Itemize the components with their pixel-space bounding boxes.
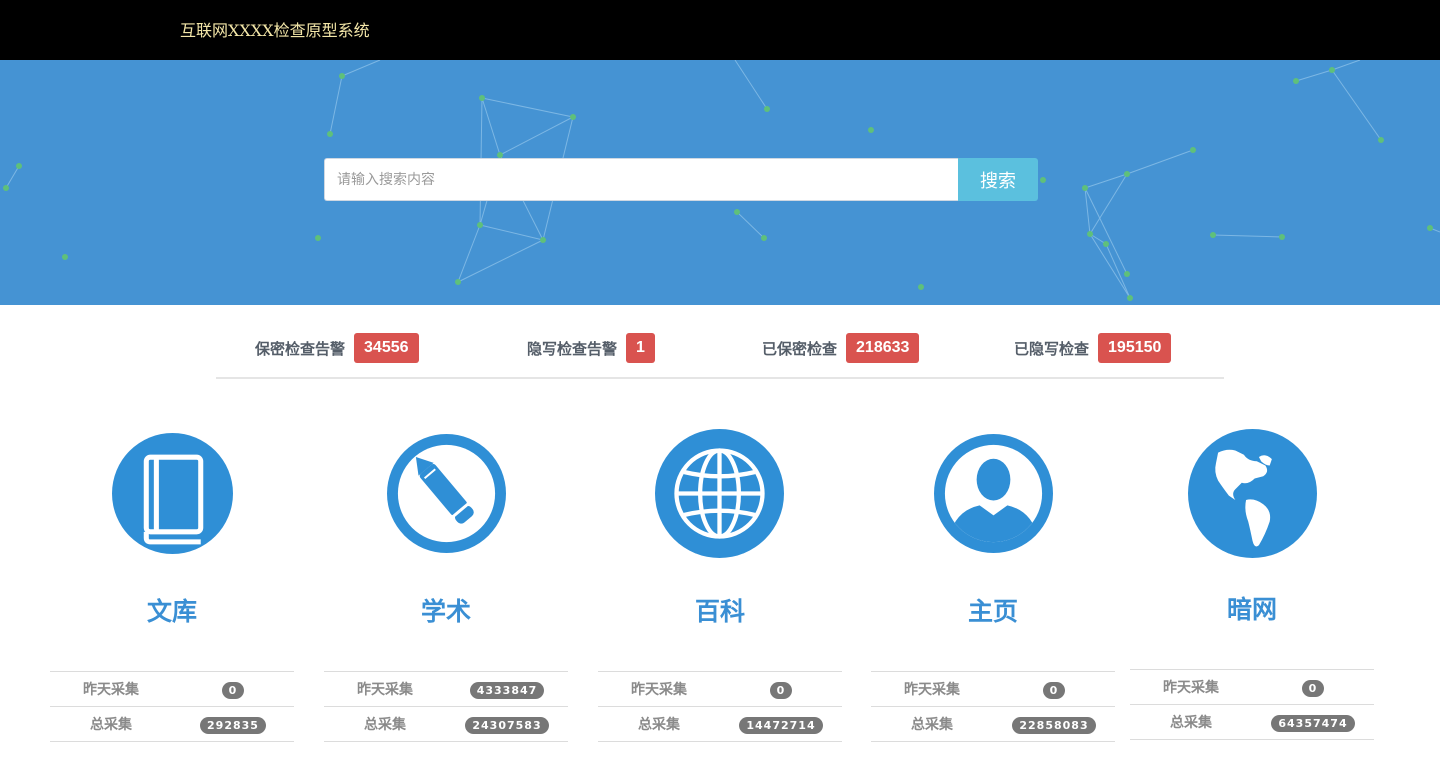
total-count: 22858083 bbox=[1012, 717, 1096, 734]
yesterday-label: 昨天采集 bbox=[1163, 680, 1219, 696]
book-icon[interactable] bbox=[112, 433, 233, 554]
yesterday-count: 0 bbox=[769, 682, 793, 699]
user-icon[interactable] bbox=[934, 434, 1053, 553]
table-row: 总采集 24307583 bbox=[324, 707, 568, 742]
stat-badge[interactable]: 218633 bbox=[846, 333, 920, 363]
yesterday-count: 0 bbox=[221, 682, 245, 699]
table-row: 昨天采集 0 bbox=[1130, 670, 1374, 705]
stat-badge[interactable]: 34556 bbox=[354, 333, 419, 363]
yesterday-count: 4333847 bbox=[469, 682, 545, 699]
search-input[interactable] bbox=[324, 158, 958, 201]
stat-label: 已保密检查 bbox=[762, 339, 838, 358]
stat-secrecy-alerts: 保密检查告警 34556 bbox=[255, 333, 419, 363]
table-row: 总采集 22858083 bbox=[871, 707, 1115, 742]
category-title[interactable]: 文库 bbox=[50, 592, 294, 628]
stat-badge[interactable]: 195150 bbox=[1098, 333, 1172, 363]
total-count: 64357474 bbox=[1271, 715, 1355, 732]
globe-icon[interactable] bbox=[655, 429, 784, 558]
category-title[interactable]: 百科 bbox=[598, 592, 842, 628]
stat-label: 已隐写检查 bbox=[1014, 339, 1090, 358]
yesterday-label: 昨天采集 bbox=[904, 682, 960, 698]
total-label: 总采集 bbox=[1170, 715, 1212, 731]
total-label: 总采集 bbox=[638, 717, 680, 733]
stats-divider bbox=[216, 377, 1224, 379]
table-row: 昨天采集 0 bbox=[50, 672, 294, 707]
table-row: 总采集 14472714 bbox=[598, 707, 842, 742]
total-label: 总采集 bbox=[90, 717, 132, 733]
search-hero: 搜索 bbox=[0, 60, 1440, 305]
app-title[interactable]: 互联网XXXX检查原型系统 bbox=[180, 17, 370, 41]
pencil-icon[interactable] bbox=[387, 434, 506, 553]
table-row: 昨天采集 0 bbox=[598, 672, 842, 707]
stat-badge[interactable]: 1 bbox=[626, 333, 655, 363]
yesterday-count: 0 bbox=[1301, 680, 1325, 697]
table-row: 昨天采集 0 bbox=[871, 672, 1115, 707]
category-stats-table: 昨天采集 0 总采集 64357474 bbox=[1130, 669, 1374, 740]
table-row: 总采集 64357474 bbox=[1130, 705, 1374, 740]
stat-stego-alerts: 隐写检查告警 1 bbox=[527, 333, 655, 363]
total-label: 总采集 bbox=[364, 717, 406, 733]
stat-label: 保密检查告警 bbox=[255, 339, 346, 358]
stat-stego-checked: 已隐写检查 195150 bbox=[1014, 333, 1172, 363]
category-title[interactable]: 主页 bbox=[871, 592, 1115, 628]
yesterday-label: 昨天采集 bbox=[631, 682, 687, 698]
total-label: 总采集 bbox=[911, 717, 953, 733]
category-stats-table: 昨天采集 4333847 总采集 24307583 bbox=[324, 671, 568, 742]
category-stats-table: 昨天采集 0 总采集 292835 bbox=[50, 671, 294, 742]
yesterday-count: 0 bbox=[1042, 682, 1066, 699]
top-navbar: 互联网XXXX检查原型系统 bbox=[0, 0, 1440, 60]
yesterday-label: 昨天采集 bbox=[83, 682, 139, 698]
yesterday-label: 昨天采集 bbox=[357, 682, 413, 698]
category-title[interactable]: 学术 bbox=[324, 592, 568, 628]
category-title[interactable]: 暗网 bbox=[1130, 590, 1374, 626]
world-map-icon[interactable] bbox=[1188, 429, 1317, 558]
search-button[interactable]: 搜索 bbox=[958, 158, 1038, 201]
total-count: 14472714 bbox=[739, 717, 823, 734]
total-count: 24307583 bbox=[465, 717, 549, 734]
stat-label: 隐写检查告警 bbox=[527, 339, 618, 358]
category-stats-table: 昨天采集 0 总采集 14472714 bbox=[598, 671, 842, 742]
table-row: 总采集 292835 bbox=[50, 707, 294, 742]
total-count: 292835 bbox=[200, 717, 266, 734]
category-stats-table: 昨天采集 0 总采集 22858083 bbox=[871, 671, 1115, 742]
table-row: 昨天采集 4333847 bbox=[324, 672, 568, 707]
stat-secrecy-checked: 已保密检查 218633 bbox=[762, 333, 920, 363]
